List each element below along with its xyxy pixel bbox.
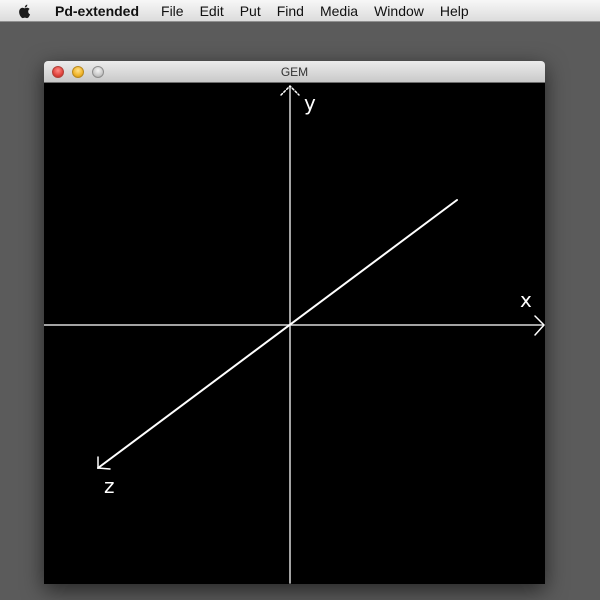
menu-app-name[interactable]: Pd-extended [55, 0, 147, 22]
z-axis-line [97, 199, 458, 469]
x-axis-label: x [520, 288, 532, 312]
gem-render-canvas[interactable]: y x z [44, 83, 545, 584]
gem-window[interactable]: GEM y x z [44, 61, 545, 584]
menu-media[interactable]: Media [312, 0, 366, 22]
y-axis-label: y [304, 91, 316, 115]
apple-icon[interactable] [17, 3, 33, 19]
menu-find[interactable]: Find [269, 0, 312, 22]
menu-edit[interactable]: Edit [192, 0, 232, 22]
menu-window[interactable]: Window [366, 0, 432, 22]
z-axis-label: z [104, 474, 115, 498]
menu-bar: Pd-extended File Edit Put Find Media Win… [0, 0, 600, 22]
menu-put[interactable]: Put [232, 0, 269, 22]
window-titlebar[interactable]: GEM [44, 61, 545, 83]
window-title: GEM [280, 65, 309, 79]
menu-help[interactable]: Help [432, 0, 477, 22]
axes-drawing [44, 85, 545, 584]
menu-file[interactable]: File [153, 0, 192, 22]
